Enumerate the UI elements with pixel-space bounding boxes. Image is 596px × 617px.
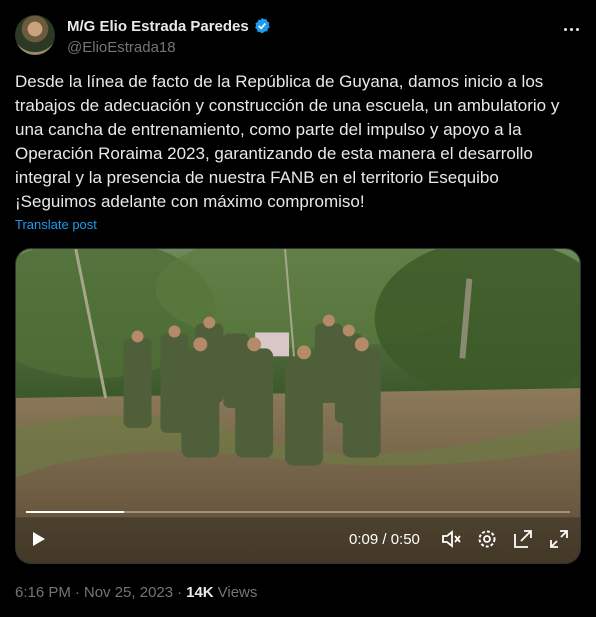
video-frame: [16, 249, 580, 563]
tweet-date[interactable]: Nov 25, 2023: [84, 584, 173, 601]
video-player[interactable]: 0:09 / 0:50: [15, 248, 581, 564]
mute-icon[interactable]: [440, 528, 462, 550]
author-name-row: M/G Elio Estrada Paredes: [67, 17, 271, 35]
meta-separator: ·: [74, 584, 80, 601]
translate-link[interactable]: Translate post: [15, 217, 97, 232]
author-block: M/G Elio Estrada Paredes @ElioEstrada18: [67, 17, 271, 56]
verified-badge-icon: [254, 17, 270, 34]
tweet-text: Desde la línea de facto de la República …: [15, 72, 560, 211]
views-count[interactable]: 14K: [186, 584, 214, 601]
video-controls: 0:09 / 0:50: [16, 517, 580, 563]
tweet-time[interactable]: 6:16 PM: [15, 584, 71, 601]
more-options-icon[interactable]: [561, 19, 581, 39]
video-time: 0:09 / 0:50: [349, 531, 420, 548]
author-name[interactable]: M/G Elio Estrada Paredes: [67, 18, 249, 35]
meta-separator: ·: [177, 584, 183, 601]
settings-icon[interactable]: [476, 528, 498, 550]
play-icon[interactable]: [28, 529, 48, 549]
avatar[interactable]: [15, 15, 55, 55]
video-progress-track[interactable]: [26, 511, 570, 513]
video-progress-fill: [26, 511, 124, 513]
fullscreen-icon[interactable]: [548, 528, 570, 550]
tweet-header: M/G Elio Estrada Paredes @ElioEstrada18: [15, 13, 581, 59]
pip-icon[interactable]: [512, 528, 534, 550]
author-handle[interactable]: @ElioEstrada18: [67, 39, 271, 56]
tweet-meta: 6:16 PM · Nov 25, 2023 · 14K Views: [15, 584, 257, 601]
views-label: Views: [217, 584, 258, 601]
